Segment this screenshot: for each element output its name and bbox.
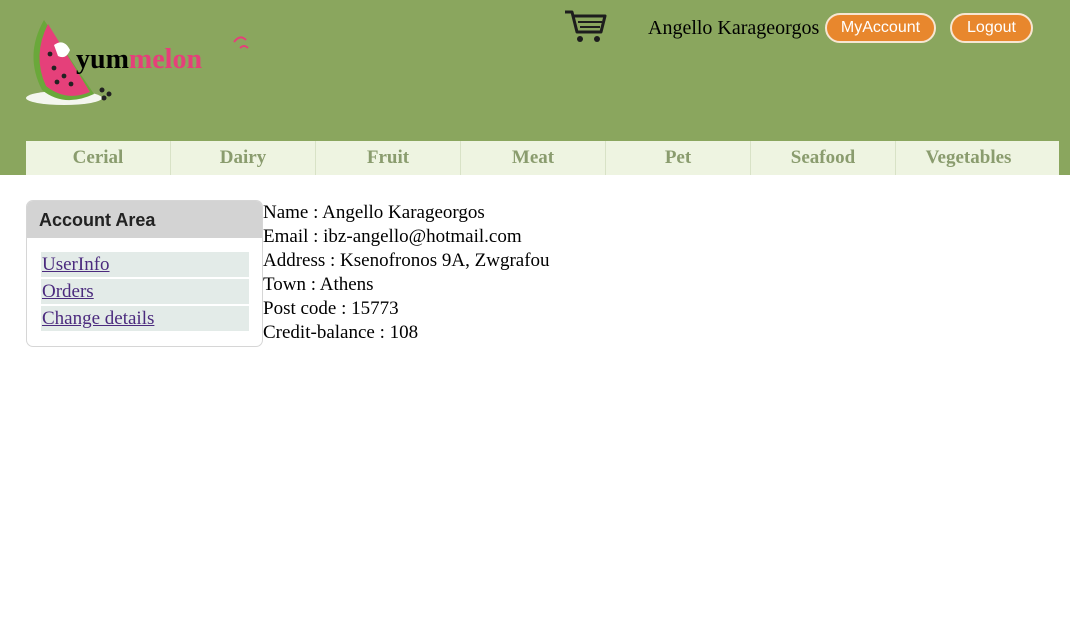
user-address-line: Address : Ksenofronos 9A, Zwgrafou: [263, 250, 550, 271]
account-links-list: UserInfo Orders Change details: [41, 252, 249, 333]
user-info-panel: Name : Angello Karageorgos Email : ibz-a…: [263, 201, 550, 345]
svg-text:yummelon: yummelon: [76, 44, 202, 75]
account-area-title: Account Area: [27, 201, 262, 238]
nav-item-pet[interactable]: Pet: [606, 141, 751, 175]
user-email-line: Email : ibz-angello@hotmail.com: [263, 226, 522, 247]
orders-link[interactable]: Orders: [41, 279, 249, 304]
change-details-link[interactable]: Change details: [41, 306, 249, 331]
user-postcode-line: Post code : 15773: [263, 298, 399, 319]
watermelon-logo-icon: yummelon: [26, 20, 249, 105]
userinfo-link[interactable]: UserInfo: [41, 252, 249, 277]
nav-item-seafood[interactable]: Seafood: [751, 141, 896, 175]
brand-name-part2: melon: [129, 44, 203, 75]
site-header: yummelon Angello Karageorgos MyAccount L…: [0, 0, 1070, 175]
user-name-line: Name : Angello Karageorgos: [263, 202, 485, 223]
nav-item-dairy[interactable]: Dairy: [171, 141, 316, 175]
account-area-panel: Account Area UserInfo Orders Change deta…: [26, 200, 263, 347]
logout-button[interactable]: Logout: [950, 13, 1033, 43]
category-nav: Cerial Dairy Fruit Meat Pet Seafood Vege…: [26, 141, 1059, 175]
yummelon-logo[interactable]: yummelon: [24, 10, 256, 110]
brand-name-part1: yum: [76, 44, 129, 75]
nav-item-meat[interactable]: Meat: [461, 141, 606, 175]
nav-item-vegetables[interactable]: Vegetables: [896, 141, 1041, 175]
nav-item-fruit[interactable]: Fruit: [316, 141, 461, 175]
shopping-cart-icon[interactable]: [563, 8, 607, 44]
user-town-line: Town : Athens: [263, 274, 374, 295]
nav-item-cerial[interactable]: Cerial: [26, 141, 171, 175]
my-account-button[interactable]: MyAccount: [825, 13, 936, 43]
user-credit-balance-line: Credit-balance : 108: [263, 322, 419, 343]
logged-in-user-name: Angello Karageorgos: [648, 17, 820, 39]
